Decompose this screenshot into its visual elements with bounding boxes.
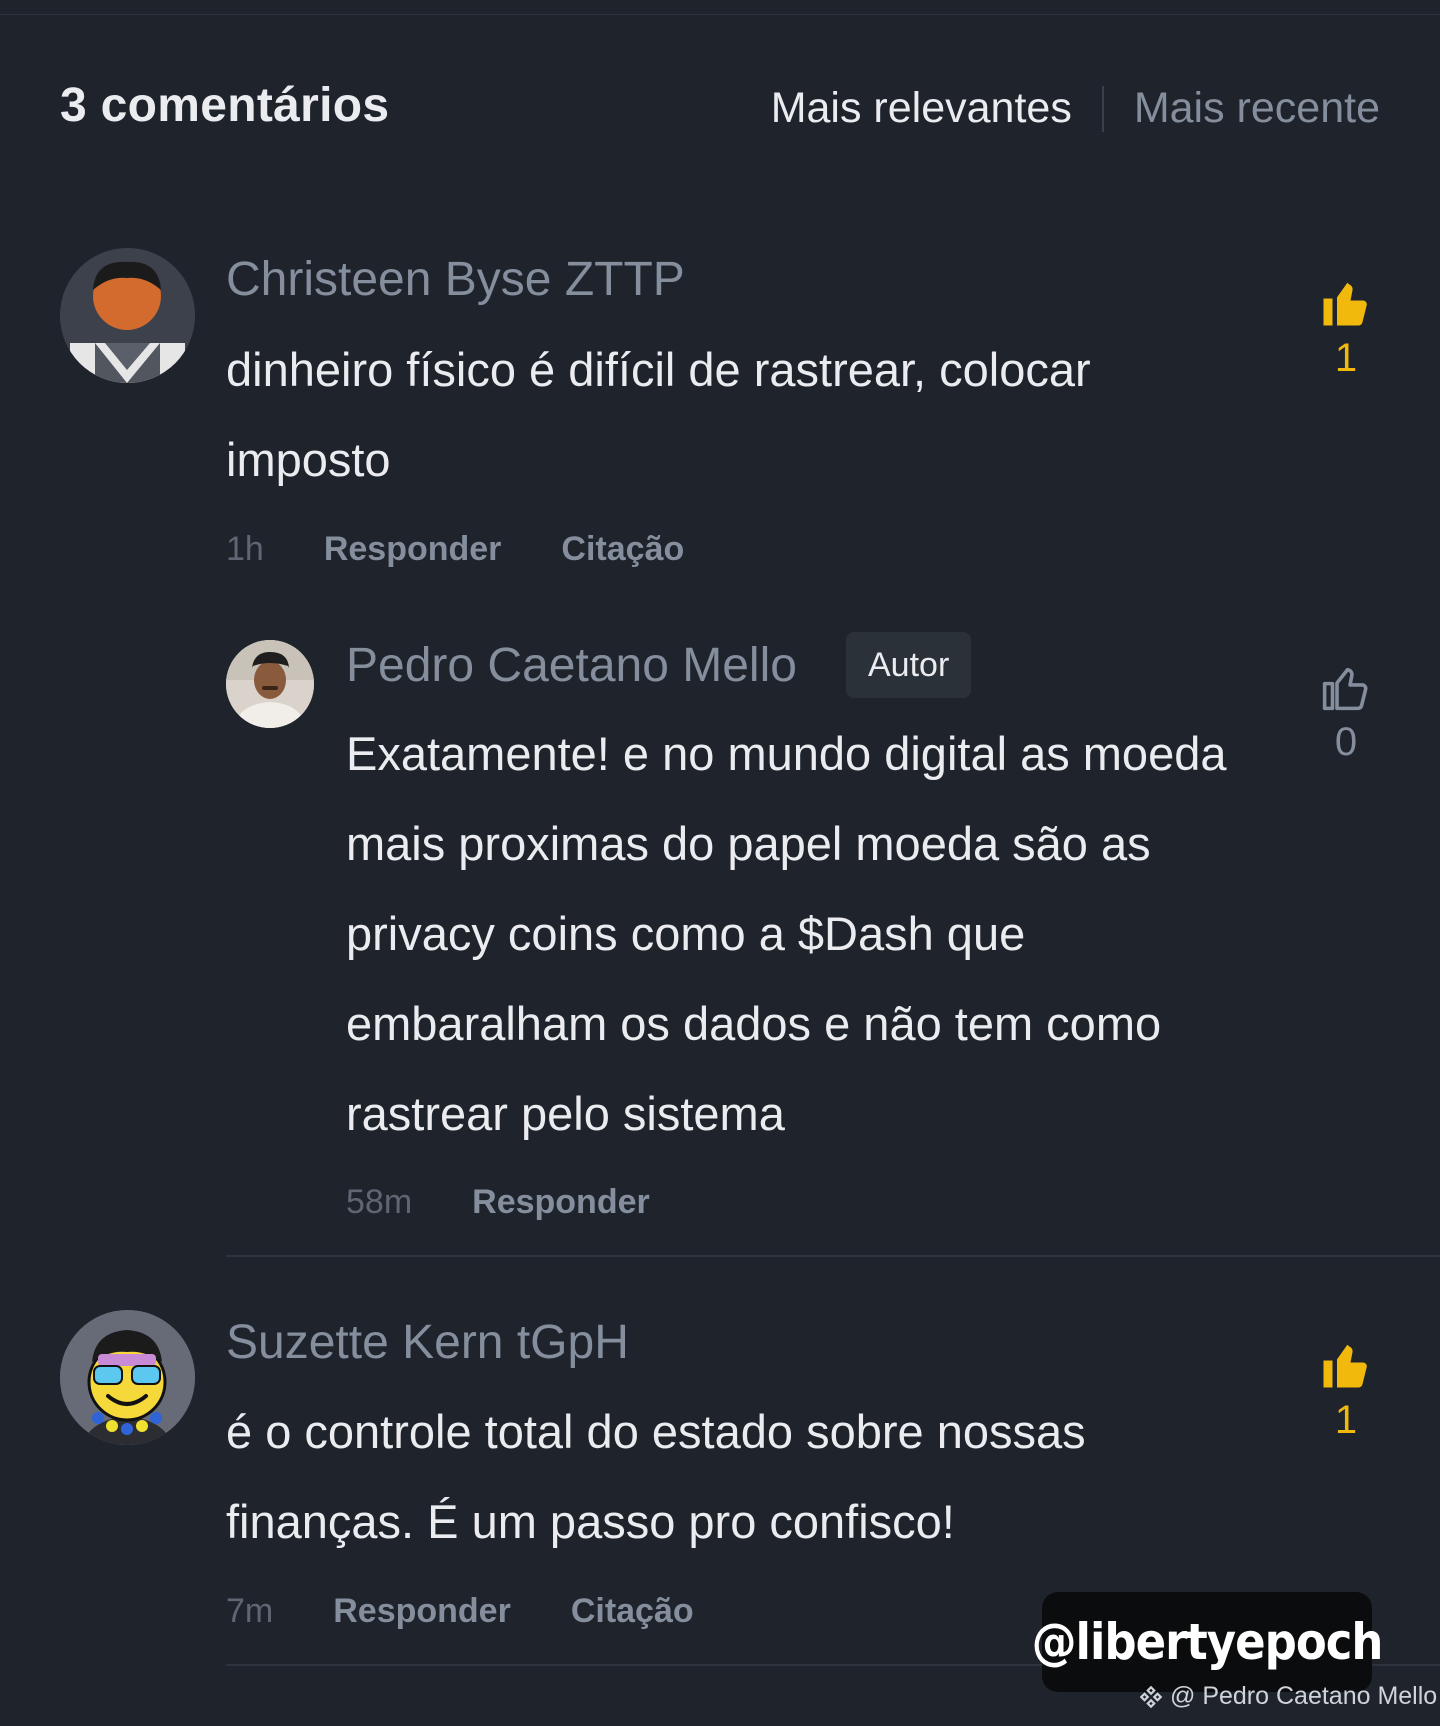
sort-most-recent-tab[interactable]: Mais recente (1134, 84, 1380, 133)
avatar[interactable] (60, 248, 195, 383)
reply-text: Exatamente! e no mundo digital as moeda … (346, 727, 1227, 1140)
sort-options: Mais relevantes Mais recente (771, 84, 1380, 133)
comment-text: é o controle total do estado sobre nossa… (226, 1405, 1086, 1548)
quote-button[interactable]: Citação (561, 530, 684, 569)
avatar[interactable] (60, 1310, 195, 1445)
comment-meta: 1h Responder Citação (226, 530, 744, 569)
like-count: 0 (1334, 720, 1358, 764)
comment-count: 3 comentários (60, 79, 390, 132)
comment-time: 1h (226, 530, 264, 568)
like-count: 1 (1334, 1398, 1358, 1442)
like-button[interactable]: 1 (1316, 1338, 1376, 1443)
reply-button[interactable]: Responder (333, 1592, 511, 1631)
user-photo-avatar-icon (226, 640, 314, 728)
reply-meta: 58m Responder (346, 1183, 710, 1222)
top-divider (0, 14, 1440, 15)
credit-text: @ Pedro Caetano Mello (1170, 1682, 1438, 1710)
sort-separator (1101, 85, 1104, 132)
comment-author[interactable]: Suzette Kern tGpH (226, 1315, 629, 1370)
reply-button[interactable]: Responder (324, 530, 502, 569)
reply-time: 58m (346, 1183, 413, 1221)
like-count: 1 (1334, 336, 1358, 380)
watermark-overlay: @libertyepoch (1032, 1592, 1383, 1692)
like-button[interactable]: 0 (1316, 660, 1376, 765)
quote-button[interactable]: Citação (571, 1592, 694, 1631)
like-button[interactable]: 1 (1316, 276, 1376, 381)
watermark-handle: @libertyepoch (1031, 1613, 1384, 1671)
thumbs-up-filled-icon (1323, 1344, 1367, 1388)
credit-label: @ Pedro Caetano Mello (1138, 1682, 1437, 1711)
comments-header: 3 comentários Mais relevantes Mais recen… (60, 70, 1380, 140)
avatar[interactable] (226, 640, 314, 728)
cartoon-avatar-icon (60, 1310, 195, 1445)
reply-author[interactable]: Pedro Caetano Mello (346, 638, 797, 693)
thumbs-up-outline-icon (1322, 667, 1368, 711)
comment-meta: 7m Responder Citação (226, 1592, 754, 1631)
comment-time: 7m (226, 1592, 274, 1630)
sort-most-relevant-tab[interactable]: Mais relevantes (771, 84, 1072, 133)
default-user-avatar-icon (60, 248, 195, 383)
comment-divider (226, 1255, 1440, 1257)
comment-text: dinheiro físico é difícil de rastrear, c… (226, 343, 1091, 486)
thumbs-up-filled-icon (1323, 282, 1367, 326)
comment-author[interactable]: Christeen Byse ZTTP (226, 252, 685, 307)
binance-logo-icon (1139, 1685, 1163, 1708)
reply-button[interactable]: Responder (472, 1183, 650, 1222)
author-badge: Autor (846, 632, 972, 698)
